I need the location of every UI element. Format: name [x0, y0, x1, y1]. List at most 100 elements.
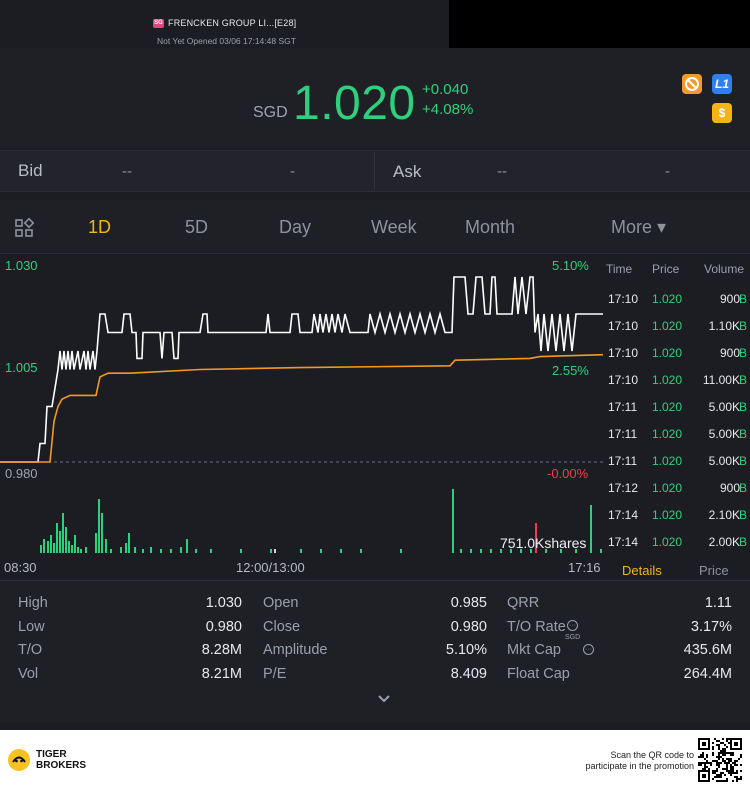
trade-time: 17:11 [608, 427, 638, 441]
bid-price: -- [122, 163, 132, 180]
volume-bar [68, 541, 70, 553]
dollar-icon[interactable]: $ [712, 103, 732, 123]
bid-size: - [290, 163, 295, 180]
trade-row: 17:10 1.020 1.10K B [604, 319, 750, 346]
price-line [0, 276, 603, 463]
tab-price[interactable]: Price [699, 563, 729, 578]
info-icon[interactable]: ··· [567, 620, 578, 631]
volume-bar [270, 549, 272, 553]
volume-bar [590, 505, 592, 553]
trade-side-marker: B [738, 535, 747, 549]
volume-bar [320, 549, 322, 553]
trade-volume: 1.10K [708, 319, 740, 333]
stat-label: QRR [507, 595, 540, 611]
currency-superscript: SGD [565, 634, 581, 641]
volume-bar [59, 531, 61, 553]
volume-bar [80, 549, 82, 553]
tab-month[interactable]: Month [465, 217, 515, 238]
stat-value: 8.409 [450, 665, 487, 682]
volume-bar [195, 549, 197, 553]
trade-volume: 11.00K [702, 373, 740, 387]
intraday-chart[interactable] [0, 255, 604, 555]
volume-bar [300, 549, 302, 553]
market-status: Not Yet Opened 03/06 17:14:48 SGT [157, 36, 296, 46]
tiger-logo-icon [8, 749, 30, 771]
volume-bar [170, 549, 172, 553]
level1-icon[interactable]: L1 [712, 74, 732, 94]
stat-value: 8.21M [201, 665, 242, 682]
trade-side-marker: B [738, 346, 747, 360]
stat-label: Amplitude [263, 642, 328, 658]
trade-price: 1.020 [652, 481, 683, 495]
chart-layout-icon[interactable] [14, 217, 35, 238]
stats-panel [0, 580, 750, 722]
pct-axis-mid-label: 2.55% [552, 363, 589, 378]
volume-bar [490, 549, 492, 553]
bid-ask-panel [0, 150, 750, 192]
stat-value: 435.6M [683, 642, 732, 658]
volume-bar [40, 545, 42, 553]
trade-row: 17:11 1.020 5.00K B [604, 400, 750, 427]
volume-bar [95, 533, 97, 553]
bid-ask-divider [374, 152, 375, 190]
volume-bar [360, 549, 362, 553]
stat-label: Vol [18, 665, 39, 682]
tab-details[interactable]: Details [622, 563, 662, 578]
stock-name[interactable]: FRENCKEN GROUP LI...[E28] [168, 18, 296, 28]
trade-time: 17:11 [608, 454, 638, 468]
tab-5d[interactable]: 5D [185, 217, 208, 238]
top-bar-dark-area [449, 0, 750, 48]
stat-label: Close [263, 618, 301, 635]
trade-row: 17:12 1.020 900 B [604, 481, 750, 508]
trade-price: 1.020 [652, 400, 683, 414]
trade-row: 17:10 1.020 900 B [604, 292, 750, 319]
stat-label: P/E [263, 665, 287, 682]
pct-axis-high-label: 5.10% [552, 258, 589, 273]
stat-value: 0.980 [205, 618, 242, 635]
chevron-down-icon[interactable] [377, 694, 391, 704]
volume-bar [65, 527, 67, 553]
trade-row: 17:10 1.020 900 B [604, 346, 750, 373]
pct-axis-low-label: -0.00% [547, 466, 589, 481]
volume-bar [43, 539, 45, 553]
volume-bar [56, 523, 58, 553]
tab-week[interactable]: Week [371, 217, 417, 238]
trade-side-marker: B [738, 481, 747, 495]
volume-bar [400, 549, 402, 553]
trade-volume: 900 [719, 292, 740, 306]
info-icon[interactable]: ··· [583, 644, 594, 655]
stat-value: 0.980 [450, 618, 487, 635]
trade-price: 1.020 [652, 346, 683, 360]
promo-text-line2: participate in the promotion [585, 761, 694, 771]
trade-side-marker: B [738, 508, 747, 522]
volume-bar [47, 541, 49, 553]
tab-more[interactable]: More ▾ [611, 217, 666, 238]
trades-header-time: Time [606, 262, 633, 276]
x-axis-start-label: 08:30 [4, 560, 37, 575]
tab-day[interactable]: Day [279, 217, 311, 238]
promo-footer [0, 730, 750, 790]
volume-bar [125, 543, 127, 553]
stat-label: Float Cap [507, 665, 570, 682]
ask-price: -- [497, 163, 507, 180]
no-short-icon[interactable] [682, 74, 702, 94]
trade-side-marker: B [738, 319, 747, 333]
volume-label: 751.0Kshares [500, 535, 587, 551]
stat-value: 1.11 [704, 595, 732, 611]
trade-price: 1.020 [652, 292, 683, 306]
currency-label: SGD [253, 104, 288, 121]
trade-time: 17:14 [608, 508, 639, 522]
volume-bar [186, 539, 188, 553]
x-axis-end-label: 17:16 [568, 560, 601, 575]
trade-side-marker: B [738, 400, 747, 414]
stat-label: T/O [18, 642, 43, 658]
last-price: 1.020 [293, 77, 416, 130]
trade-row: 17:14 1.020 2.00K B [604, 535, 750, 562]
stat-value: 1.030 [205, 595, 242, 611]
average-price-line [0, 353, 604, 463]
trade-time: 17:11 [608, 400, 638, 414]
volume-bar [460, 549, 462, 553]
volume-bar [71, 545, 73, 553]
qr-code-icon[interactable] [698, 738, 742, 782]
tab-1d[interactable]: 1D [88, 217, 111, 238]
